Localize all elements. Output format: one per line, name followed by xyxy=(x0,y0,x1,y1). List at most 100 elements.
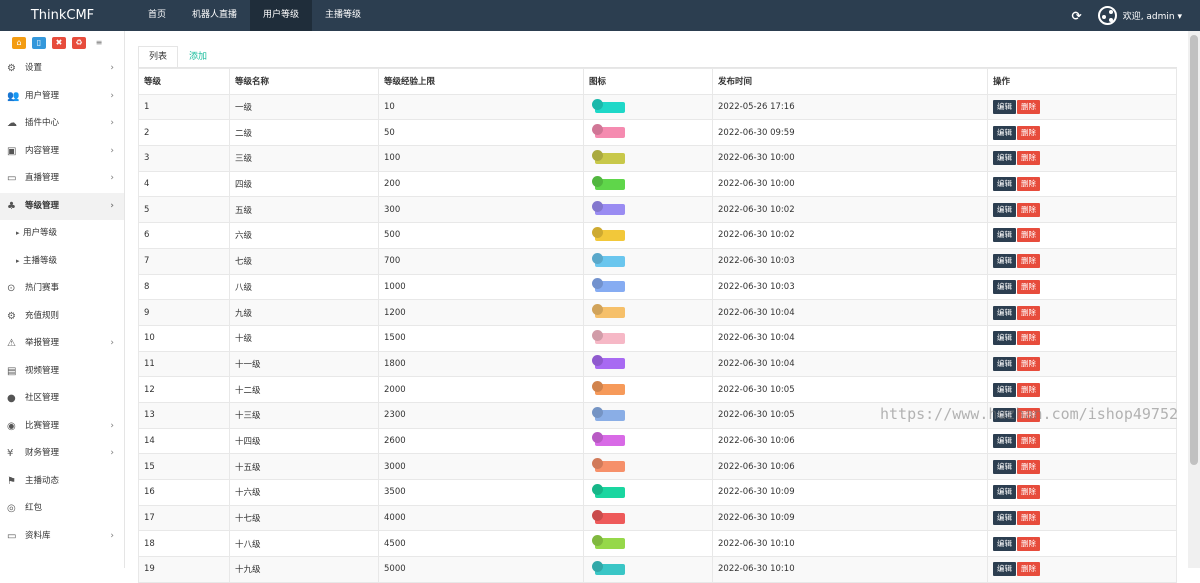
edit-button[interactable]: 编辑 xyxy=(993,279,1016,294)
sidebar-item[interactable]: ▭ 资料库 › xyxy=(0,523,124,551)
edit-button[interactable]: 编辑 xyxy=(993,433,1016,448)
sidebar-item[interactable]: ⚙ 设置 › xyxy=(0,55,124,83)
cell-name: 十七级 xyxy=(229,504,379,532)
sidebar-item[interactable]: ⚙ 充值规则 xyxy=(0,303,124,331)
delete-button[interactable]: 删除 xyxy=(1017,177,1040,192)
cell-actions: 编辑 删除 xyxy=(987,324,1177,352)
cell-exp-limit: 1000 xyxy=(378,273,584,301)
delete-button[interactable]: 删除 xyxy=(1017,305,1040,320)
delete-button[interactable]: 删除 xyxy=(1017,382,1040,397)
edit-button[interactable]: 编辑 xyxy=(993,331,1016,346)
refresh-icon[interactable]: ⟳ xyxy=(1072,9,1082,23)
edit-button[interactable]: 编辑 xyxy=(993,177,1016,192)
edit-button[interactable]: 编辑 xyxy=(993,228,1016,243)
home-icon[interactable]: ⌂ xyxy=(12,37,26,49)
cell-icon xyxy=(583,299,713,326)
sidebar: ⌂ ▯ ✖ ♻ ≡ ⚙ 设置 › 👥 用户管理 › ☁ 插件中心 › ▣ 内容管理 › ▭ 直播管理 › ♣ 等级管理 ›… xyxy=(0,31,125,568)
sidebar-item-icon: ♣ xyxy=(7,200,16,212)
delete-button[interactable]: 删除 xyxy=(1017,536,1040,551)
edit-button[interactable]: 编辑 xyxy=(993,356,1016,371)
cell-exp-limit: 300 xyxy=(378,196,584,224)
file-icon[interactable]: ▯ xyxy=(32,37,46,49)
delete-button[interactable]: 删除 xyxy=(1017,100,1040,115)
cell-actions: 编辑 删除 xyxy=(987,376,1177,403)
chevron-right-icon: › xyxy=(110,200,114,211)
delete-button[interactable]: 删除 xyxy=(1017,485,1040,500)
edit-button[interactable]: 编辑 xyxy=(993,562,1016,577)
sidebar-item-label: 主播等级 xyxy=(23,255,58,266)
delete-button[interactable]: 删除 xyxy=(1017,228,1040,243)
sidebar-item[interactable]: ◎ 红包 xyxy=(0,495,124,523)
level-badge-icon xyxy=(595,512,625,524)
sidebar-item[interactable]: ⚑ 主播动态 xyxy=(0,468,124,496)
delete-button[interactable]: 删除 xyxy=(1017,331,1040,346)
sidebar-item[interactable]: ▸ 主播等级 xyxy=(0,248,124,276)
cell-name: 三级 xyxy=(229,145,379,172)
edit-button[interactable]: 编辑 xyxy=(993,382,1016,397)
top-nav: 首页 机器人直播 用户等级 主播等级 xyxy=(135,0,374,31)
sidebar-item[interactable]: ▤ 视频管理 xyxy=(0,358,124,386)
sidebar-item-label: 社区管理 xyxy=(25,393,60,403)
sidebar-item-label: 设置 xyxy=(25,63,43,73)
sidebar-item[interactable]: ☁ 插件中心 › xyxy=(0,110,124,138)
cell-exp-limit: 700 xyxy=(378,247,584,275)
cell-name: 十五级 xyxy=(229,453,379,480)
sidebar-item[interactable]: ⚠ 举报管理 › xyxy=(0,330,124,358)
sidebar-item-label: 直播管理 xyxy=(25,173,60,183)
tab-list[interactable]: 列表 xyxy=(138,46,179,68)
sidebar-item[interactable]: 👥 用户管理 › xyxy=(0,83,124,111)
edit-button[interactable]: 编辑 xyxy=(993,125,1016,140)
top-nav-item[interactable]: 首页 xyxy=(135,0,179,31)
top-nav-item[interactable]: 机器人直播 xyxy=(179,0,250,31)
recycle-icon[interactable]: ♻ xyxy=(72,37,86,49)
chevron-right-icon: › xyxy=(110,530,114,541)
edit-button[interactable]: 编辑 xyxy=(993,254,1016,269)
delete-button[interactable]: 删除 xyxy=(1017,279,1040,294)
sidebar-item-icon: ⚙ xyxy=(7,63,16,74)
delete-button[interactable]: 删除 xyxy=(1017,254,1040,269)
edit-button[interactable]: 编辑 xyxy=(993,100,1016,115)
edit-button[interactable]: 编辑 xyxy=(993,459,1016,474)
sidebar-item[interactable]: ¥ 财务管理 › xyxy=(0,440,124,468)
brand-logo[interactable]: ThinkCMF xyxy=(0,0,125,31)
delete-button[interactable]: 删除 xyxy=(1017,151,1040,166)
sidebar-item-label: 插件中心 xyxy=(25,118,60,128)
edit-button[interactable]: 编辑 xyxy=(993,485,1016,500)
sidebar-item[interactable]: ♣ 等级管理 › xyxy=(0,192,124,220)
avatar[interactable] xyxy=(1097,6,1117,25)
top-nav-item[interactable]: 用户等级 xyxy=(250,0,313,31)
tab-add[interactable]: 添加 xyxy=(178,46,218,68)
delete-button[interactable]: 删除 xyxy=(1017,202,1040,217)
tabs: 列表 添加 xyxy=(138,46,218,68)
cell-time: 2022-06-30 10:10 xyxy=(712,530,988,558)
delete-button[interactable]: 删除 xyxy=(1017,511,1040,526)
sidebar-item[interactable]: ▭ 直播管理 › xyxy=(0,165,124,193)
welcome-user-menu[interactable]: 欢迎, admin ▾ xyxy=(1123,9,1182,22)
sidebar-item[interactable]: ● 社区管理 xyxy=(0,385,124,413)
sidebar-item[interactable]: ▸ 用户等级 xyxy=(0,220,124,248)
scrollbar-thumb[interactable] xyxy=(1190,35,1198,465)
edit-button[interactable]: 编辑 xyxy=(993,305,1016,320)
delete-button[interactable]: 删除 xyxy=(1017,356,1040,371)
quick-toolbar: ⌂ ▯ ✖ ♻ ≡ xyxy=(0,31,124,55)
cell-icon xyxy=(583,350,713,378)
edit-button[interactable]: 编辑 xyxy=(993,151,1016,166)
edit-button[interactable]: 编辑 xyxy=(993,202,1016,217)
header-icon: 图标 xyxy=(583,68,713,95)
delete-button[interactable]: 删除 xyxy=(1017,562,1040,577)
delete-button[interactable]: 删除 xyxy=(1017,459,1040,474)
sidebar-item[interactable]: ▣ 内容管理 › xyxy=(0,138,124,166)
delete-button[interactable]: 删除 xyxy=(1017,125,1040,140)
vertical-scrollbar[interactable] xyxy=(1188,31,1200,568)
delete-button[interactable]: 删除 xyxy=(1017,433,1040,448)
trash-icon[interactable]: ✖ xyxy=(52,37,66,49)
table-row: 2 二级 50 2022-06-30 09:59 编辑 删除 xyxy=(138,119,1177,147)
list-icon[interactable]: ≡ xyxy=(92,37,106,49)
top-nav-item[interactable]: 主播等级 xyxy=(312,0,374,31)
sidebar-item[interactable]: ◉ 比赛管理 › xyxy=(0,413,124,441)
cell-name: 八级 xyxy=(229,273,379,301)
sidebar-item[interactable]: ⊙ 热门赛事 xyxy=(0,275,124,303)
cell-icon xyxy=(583,376,713,403)
edit-button[interactable]: 编辑 xyxy=(993,536,1016,551)
edit-button[interactable]: 编辑 xyxy=(993,511,1016,526)
